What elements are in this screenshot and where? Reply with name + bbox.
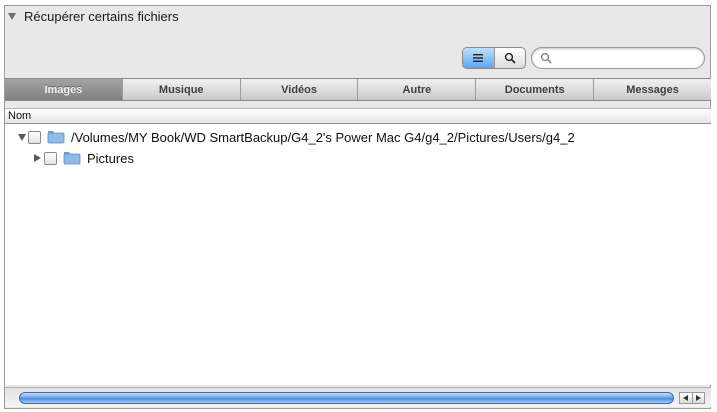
folder-icon xyxy=(47,130,65,144)
tab-images[interactable]: Images xyxy=(5,79,123,100)
tab-videos[interactable]: Vidéos xyxy=(241,79,359,100)
search-view-button[interactable] xyxy=(495,48,526,68)
tab-documents[interactable]: Documents xyxy=(476,79,595,100)
search-field[interactable] xyxy=(531,47,705,69)
list-view-button[interactable] xyxy=(463,48,495,68)
search-icon xyxy=(540,52,552,64)
disclosure-triangle-down-icon[interactable] xyxy=(8,12,16,20)
list-item[interactable]: Pictures xyxy=(34,148,134,168)
tab-messages[interactable]: Messages xyxy=(594,79,711,100)
column-header-nom[interactable]: Nom xyxy=(5,108,711,124)
tab-musique[interactable]: Musique xyxy=(123,79,241,100)
section-title: Récupérer certains fichiers xyxy=(24,8,179,24)
disclosure-triangle-down-icon[interactable] xyxy=(18,133,26,141)
scroll-left-button[interactable] xyxy=(680,393,693,403)
tab-autre[interactable]: Autre xyxy=(358,79,477,100)
row-folder-label: Pictures xyxy=(87,150,134,166)
row-path-label: /Volumes/MY Book/WD SmartBackup/G4_2's P… xyxy=(71,129,575,145)
magnifier-icon xyxy=(504,52,516,64)
scroll-arrows xyxy=(679,392,705,404)
list-item[interactable]: /Volumes/MY Book/WD SmartBackup/G4_2's P… xyxy=(18,127,575,147)
row-checkbox[interactable] xyxy=(44,151,57,165)
folder-icon xyxy=(63,151,81,165)
file-outline: /Volumes/MY Book/WD SmartBackup/G4_2's P… xyxy=(5,124,711,385)
horizontal-scrollbar[interactable] xyxy=(5,387,711,407)
category-tabs: Images Musique Vidéos Autre Documents Me… xyxy=(5,78,711,101)
scroll-right-button[interactable] xyxy=(693,393,705,403)
scrollbar-thumb[interactable] xyxy=(19,392,674,404)
disclosure-triangle-right-icon[interactable] xyxy=(34,154,41,162)
arrow-right-icon xyxy=(695,395,701,401)
list-view-icon xyxy=(473,54,484,62)
view-mode-toggle[interactable] xyxy=(462,47,526,69)
arrow-left-icon xyxy=(683,395,689,401)
search-input[interactable] xyxy=(557,51,697,65)
section-header[interactable]: Récupérer certains fichiers xyxy=(8,6,179,26)
row-checkbox[interactable] xyxy=(28,130,41,144)
